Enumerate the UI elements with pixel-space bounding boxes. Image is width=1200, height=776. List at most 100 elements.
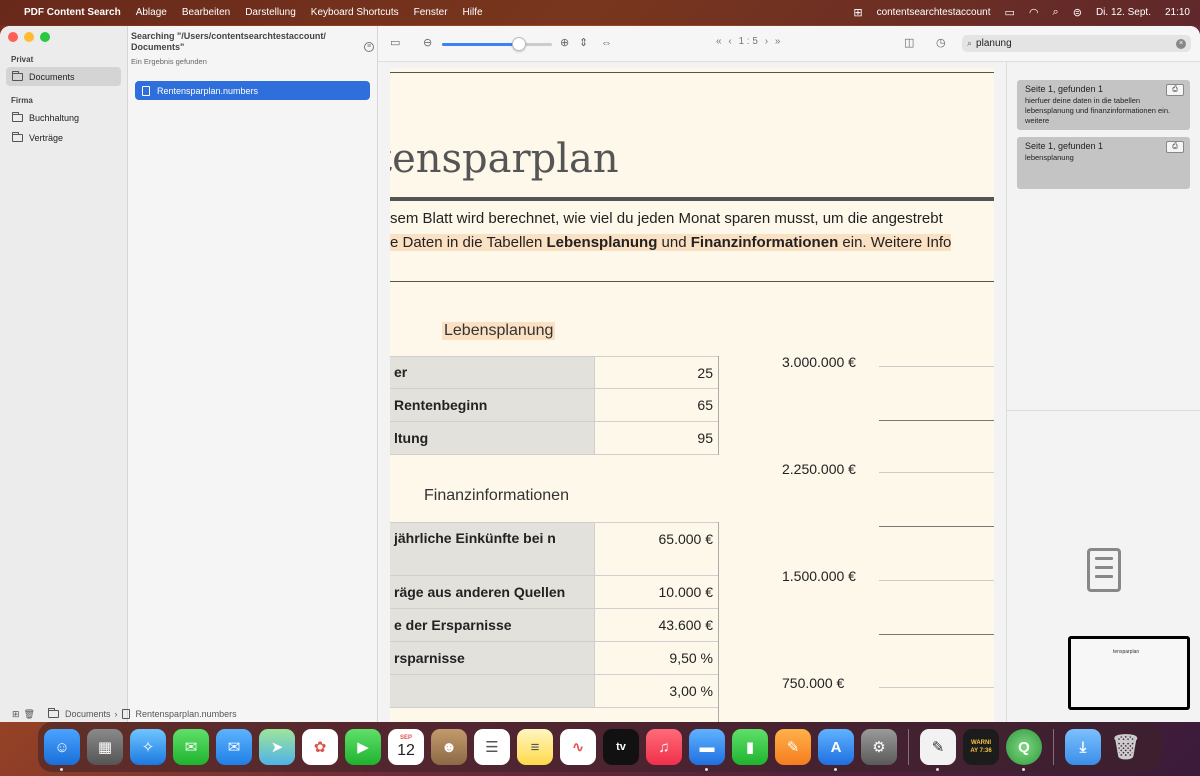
add-folder-icon[interactable]: ⊞ (12, 709, 20, 720)
trash-icon[interactable]: 🗑 (24, 709, 35, 720)
table-label: ltung (390, 422, 595, 454)
sidebar-item-documents[interactable]: Documents (6, 67, 121, 86)
spotlight-icon[interactable]: ⌕ (1053, 6, 1059, 19)
close-window-button[interactable] (8, 32, 18, 42)
control-center-icon[interactable]: ⊜ (1073, 6, 1082, 19)
maximize-window-button[interactable] (40, 32, 50, 42)
contacts-icon[interactable]: ☻ (431, 729, 467, 765)
search-input[interactable] (976, 38, 1157, 49)
sidebar: Privat Documents Firma Buchhaltung Vertr… (0, 26, 128, 722)
menu-bearbeiten[interactable]: Bearbeiten (182, 7, 230, 18)
downloads-folder-icon[interactable]: ⤓ (1065, 729, 1101, 765)
table-row: räge aus anderen Quellen 10.000 € (390, 576, 719, 609)
zoom-slider[interactable] (442, 43, 552, 46)
intro-line-2: e Daten in die Tabellen Lebensplanung un… (390, 234, 952, 251)
zoom-out-icon[interactable]: ⊖ (423, 36, 432, 50)
menu-darstellung[interactable]: Darstellung (245, 7, 296, 18)
pages-icon[interactable]: ✎ (775, 729, 811, 765)
menu-fenster[interactable]: Fenster (414, 7, 448, 18)
table-border (718, 522, 719, 722)
menu-date[interactable]: Di. 12. Sept. (1096, 7, 1151, 18)
path-folder[interactable]: Documents (65, 709, 111, 719)
pdf-page[interactable]: tensparplan sem Blatt wird berechnet, wi… (390, 68, 994, 722)
table-row: jährliche Einkünfte bei n 65.000 € (390, 522, 719, 576)
result-item[interactable]: Rentensparplan.numbers (135, 81, 370, 100)
account-name[interactable]: contentsearchtestaccount (877, 7, 991, 18)
battery-icon[interactable]: ▭ (1005, 6, 1015, 19)
menu-ablage[interactable]: Ablage (136, 7, 167, 18)
menu-time[interactable]: 21:10 (1165, 7, 1190, 18)
wifi-icon[interactable]: ◠ (1029, 6, 1039, 19)
console-icon[interactable]: WARNI AY 7:36 (963, 729, 999, 765)
menu-keyboard-shortcuts[interactable]: Keyboard Shortcuts (311, 7, 399, 18)
inspector-toggle-icon[interactable]: ◫ (904, 36, 914, 50)
apple-tv-icon[interactable]: tv (603, 729, 639, 765)
results-column: Searching "/Users/contentsearchtestaccou… (128, 26, 378, 722)
filter-icon[interactable]: ≡ (364, 42, 374, 52)
launchpad-icon[interactable]: ▦ (87, 729, 123, 765)
input-menu-icon[interactable]: ⊞ (853, 6, 862, 19)
first-page-icon[interactable]: « (716, 36, 722, 47)
doc-line (1095, 557, 1113, 560)
menu-hilfe[interactable]: Hilfe (463, 7, 483, 18)
finder-icon[interactable]: ☺ (44, 729, 80, 771)
system-settings-icon[interactable]: ⚙ (861, 729, 897, 765)
facetime-icon[interactable]: ▶ (345, 729, 381, 765)
trash-icon[interactable]: 🗑 (1108, 729, 1144, 765)
zoom-slider-knob[interactable] (512, 37, 526, 51)
notes-icon[interactable]: ≡ (517, 729, 553, 765)
folder-icon (12, 70, 23, 81)
open-document-icon[interactable]: ⎙ (1166, 141, 1184, 153)
sidebar-section-private: Privat (11, 55, 34, 64)
clear-search-icon[interactable]: × (1176, 39, 1186, 49)
axis-label: 750.000 € (782, 675, 845, 691)
table-row: 3,00 % (390, 675, 719, 708)
table-label: er (390, 357, 595, 388)
reminders-icon[interactable]: ☰ (474, 729, 510, 765)
next-page-icon[interactable]: › (765, 36, 768, 47)
doc-line (1095, 566, 1113, 569)
sidebar-section-company: Firma (11, 96, 33, 105)
search-field[interactable]: ⌕ × (962, 35, 1191, 52)
music-icon[interactable]: ♫ (646, 729, 682, 765)
screenshot-thumbnail[interactable]: tensparplan (1068, 636, 1190, 710)
hit-snippet: lebensplanung (1025, 153, 1074, 162)
sidebar-item-label: Buchhaltung (29, 112, 80, 123)
maps-icon[interactable]: ➤ (259, 729, 295, 765)
numbers-icon[interactable]: ▮ (732, 729, 768, 765)
result-count: Ein Ergebnis gefunden (131, 57, 207, 66)
textedit-icon[interactable]: ✎ (920, 729, 956, 771)
hit-card[interactable]: Seite 1, gefunden 1 lebensplanung ⎙ (1017, 137, 1190, 189)
sidebar-item-buchhaltung[interactable]: Buchhaltung (6, 108, 121, 127)
hit-snippet: hierfuer deine daten in die tabellen leb… (1025, 96, 1171, 125)
photos-icon[interactable]: ✿ (302, 729, 338, 765)
table-label: Rentenbeginn (390, 389, 595, 421)
table-value: 3,00 % (595, 675, 719, 707)
zoom-in-icon[interactable]: ⊕ (560, 36, 569, 50)
freeform-icon[interactable]: ∿ (560, 729, 596, 765)
last-page-icon[interactable]: » (775, 36, 781, 47)
pdf-content-search-icon[interactable]: Q (1006, 729, 1042, 771)
sidebar-item-vertraege[interactable]: Verträge (6, 128, 121, 147)
messages-icon[interactable]: ✉ (173, 729, 209, 765)
path-file[interactable]: Rentensparplan.numbers (136, 709, 237, 719)
hit-card[interactable]: Seite 1, gefunden 1 hierfuer deine daten… (1017, 80, 1190, 130)
keynote-icon[interactable]: ▬ (689, 729, 725, 771)
previous-page-icon[interactable]: ‹ (728, 36, 731, 47)
minimize-window-button[interactable] (24, 32, 34, 42)
toolbar: ▭ ⊖ ⊕ ⇕ ⇔ « ‹ 1 : 5 › » ◫ ◷ ⌕ × (378, 26, 1200, 62)
calendar-icon[interactable]: SEP 12 (388, 729, 424, 765)
app-store-icon[interactable]: A (818, 729, 854, 771)
mail-icon[interactable]: ✉ (216, 729, 252, 765)
highlighted-match: Lebensplanung (546, 234, 658, 251)
safari-icon[interactable]: ✧ (130, 729, 166, 765)
open-document-icon[interactable]: ⎙ (1166, 84, 1184, 96)
sidebar-toggle-icon[interactable]: ▭ (390, 36, 400, 50)
fit-width-icon[interactable]: ⇔ (601, 36, 612, 50)
page-navigation: « ‹ 1 : 5 › » (716, 36, 780, 47)
fit-height-icon[interactable]: ⇕ (579, 36, 588, 50)
page-rule (390, 72, 994, 73)
grid-line (879, 687, 994, 688)
history-icon[interactable]: ◷ (936, 36, 946, 50)
menu-app-name[interactable]: PDF Content Search (24, 7, 121, 18)
